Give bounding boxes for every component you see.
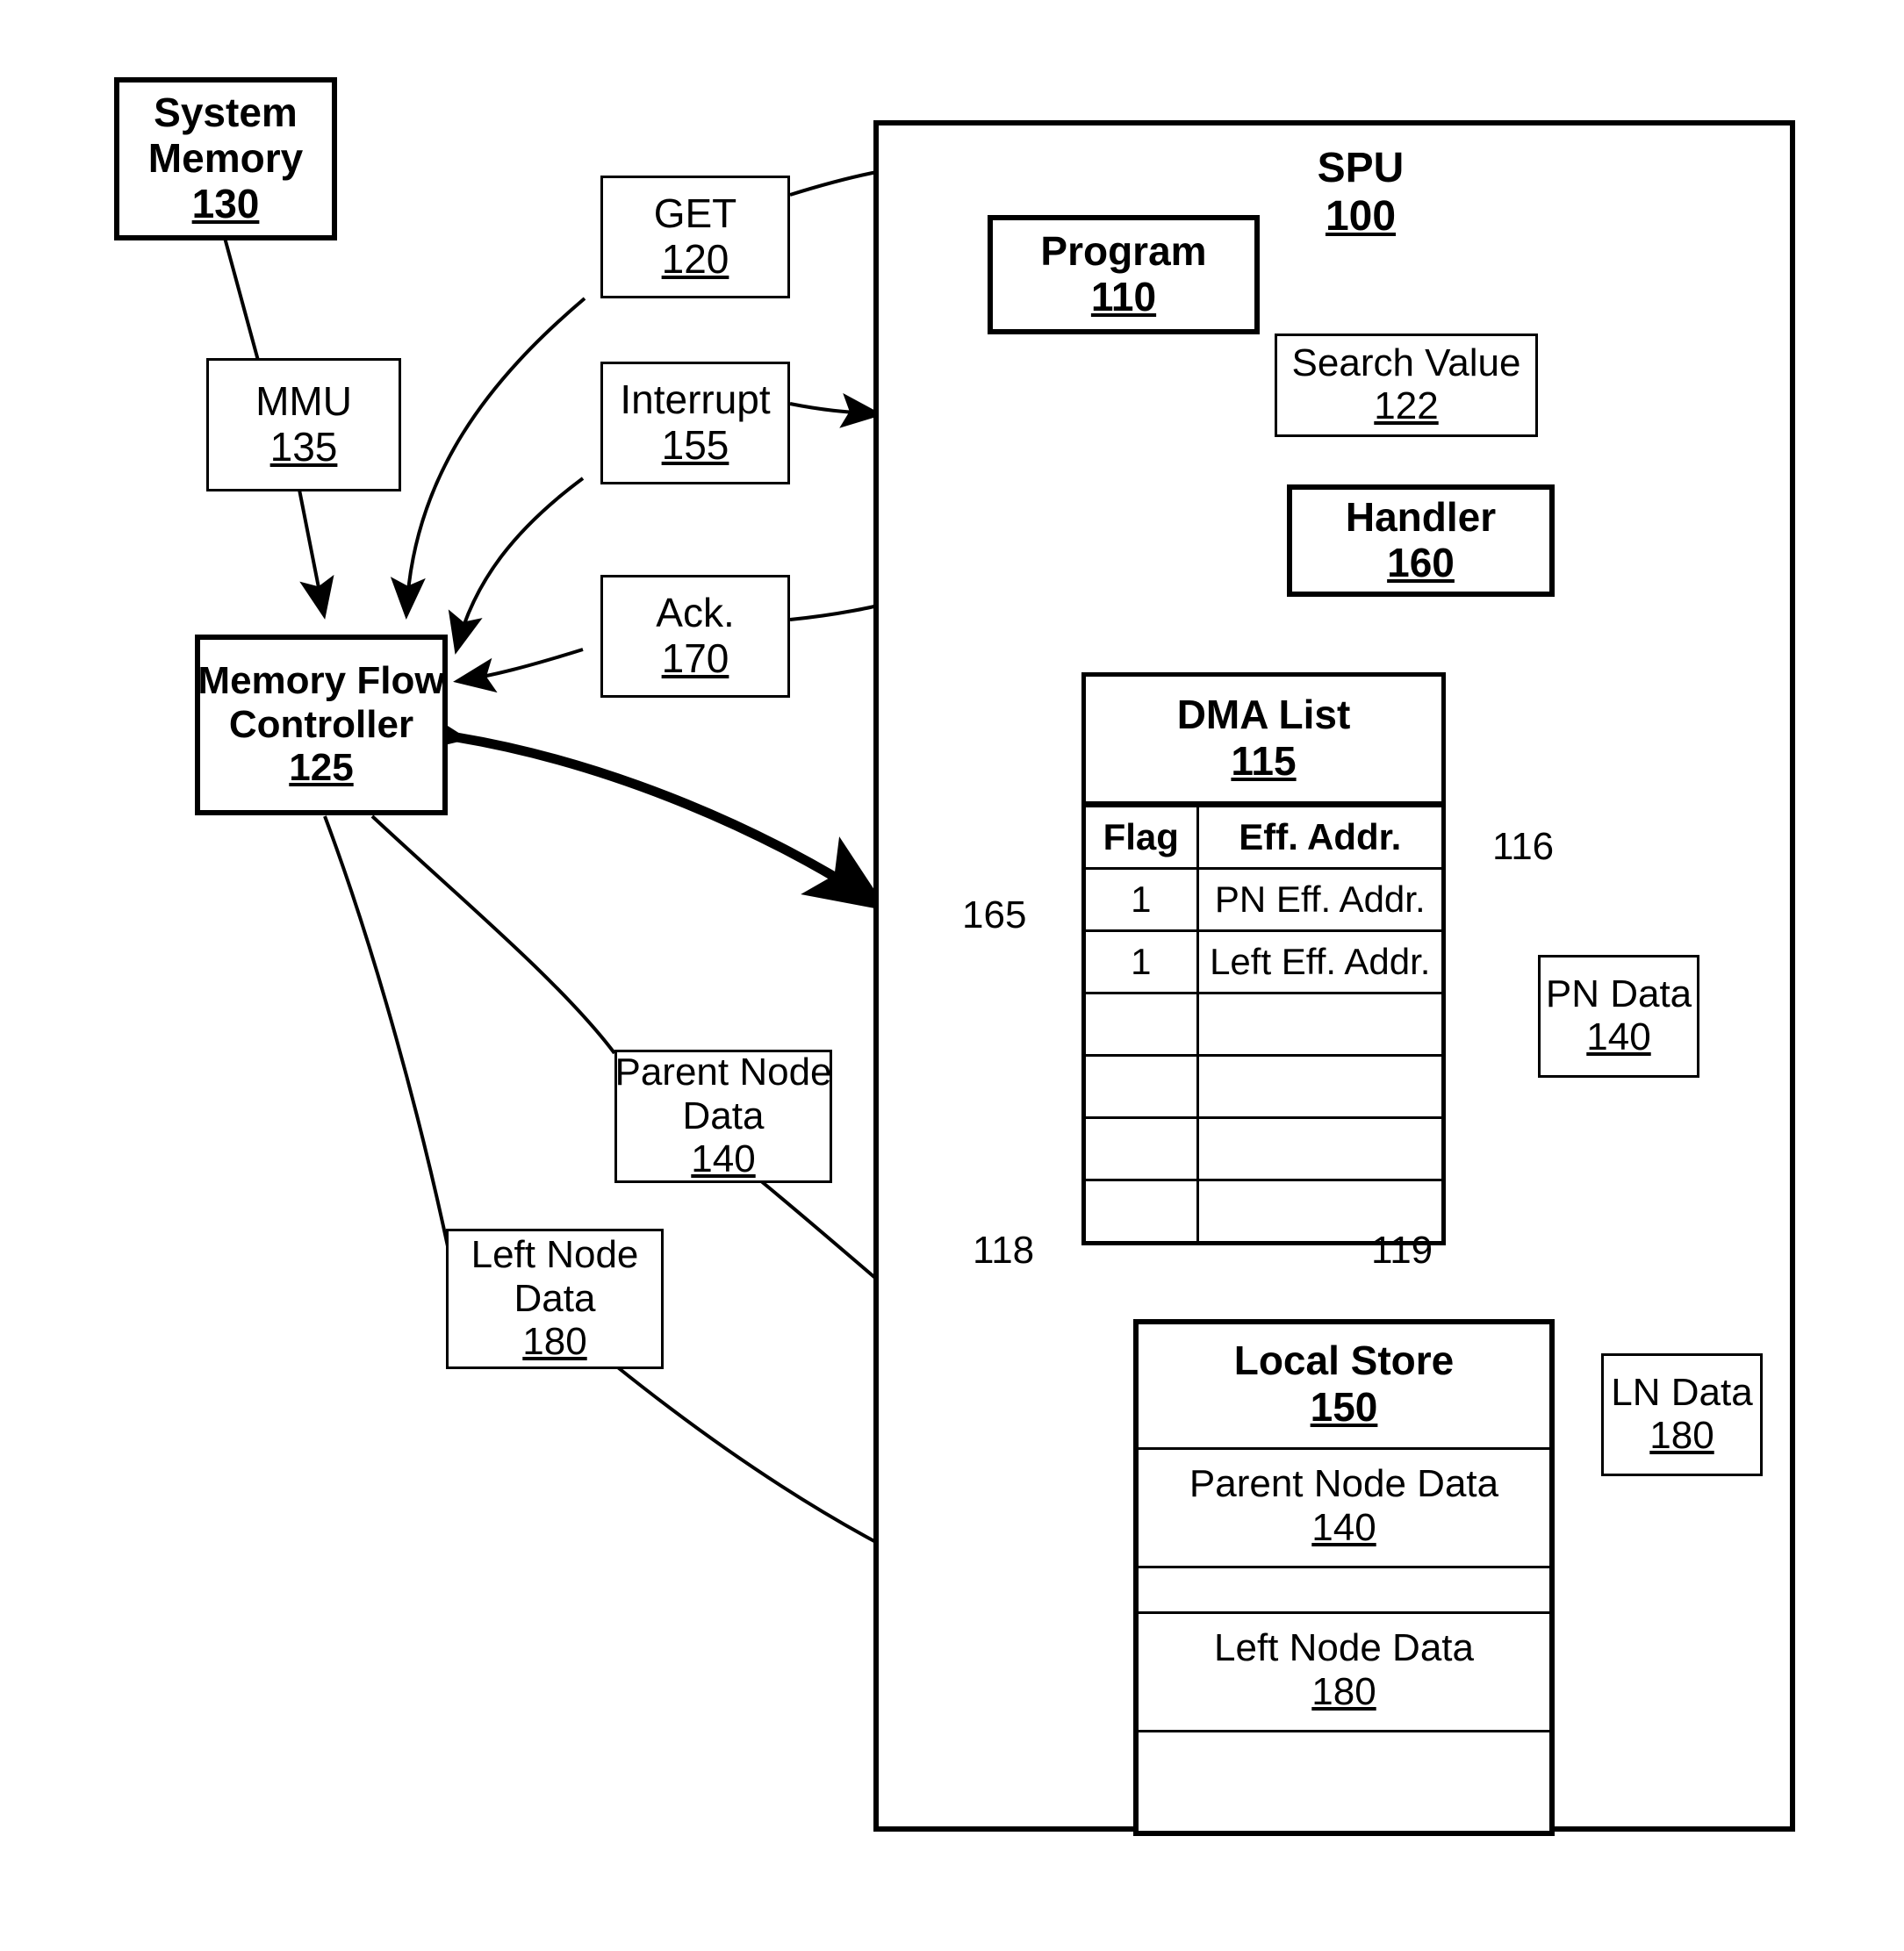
local-store-left-node-label: Left Node Data: [1214, 1626, 1474, 1670]
table-row[interactable]: [1086, 992, 1441, 1058]
memory-flow-controller-box[interactable]: Memory Flow Controller 125: [195, 635, 448, 815]
system-memory-label-line2: Memory: [147, 134, 304, 181]
dma-row-1-addr: Left Eff. Addr.: [1197, 929, 1441, 995]
table-row[interactable]: 1 Left Eff. Addr.: [1086, 929, 1441, 995]
local-store-entry-left-node[interactable]: Left Node Data 180: [1139, 1614, 1549, 1733]
local-store-title: Local Store: [1233, 1338, 1455, 1383]
left-node-data-number: 180: [522, 1319, 587, 1363]
dma-list-grid: Flag Eff. Addr. 1 PN Eff. Addr. 1 Left E…: [1086, 805, 1441, 1242]
local-store-entry-parent-node[interactable]: Parent Node Data 140: [1139, 1450, 1549, 1569]
ack-box[interactable]: Ack. 170: [600, 575, 790, 698]
pn-data-number: 140: [1586, 1015, 1651, 1059]
interrupt-box[interactable]: Interrupt 155: [600, 362, 790, 484]
table-row[interactable]: [1086, 1116, 1441, 1182]
local-store-left-node-number: 180: [1311, 1669, 1376, 1713]
search-value-number: 122: [1374, 384, 1439, 428]
interrupt-label: Interrupt: [620, 376, 771, 422]
dma-row-1-flag: 1: [1086, 929, 1199, 995]
reference-number-165: 165: [962, 893, 1027, 936]
reference-number-116: 116: [1492, 825, 1555, 868]
left-node-data-label-line2: Data: [514, 1276, 596, 1320]
ln-data-box[interactable]: LN Data 180: [1601, 1353, 1763, 1476]
parent-node-data-number: 140: [691, 1137, 756, 1180]
local-store-box[interactable]: Local Store 150 Parent Node Data 140 Lef…: [1133, 1319, 1555, 1837]
handler-label: Handler: [1345, 493, 1497, 540]
reference-number-118: 118: [973, 1229, 1035, 1272]
pn-data-label: PN Data: [1545, 972, 1692, 1016]
system-memory-label-line1: System: [154, 90, 298, 136]
get-label: GET: [653, 190, 737, 236]
ln-data-label: LN Data: [1611, 1371, 1753, 1415]
dma-row-0-addr: PN Eff. Addr.: [1197, 867, 1441, 933]
dma-row-5-flag: [1086, 1179, 1199, 1242]
dma-row-4-addr: [1197, 1116, 1441, 1182]
dma-list-number: 115: [1231, 737, 1297, 784]
local-store-header: Local Store 150: [1139, 1324, 1549, 1451]
left-node-data-label-line1: Left Node: [471, 1233, 639, 1277]
get-box[interactable]: GET 120: [600, 176, 790, 298]
search-value-box[interactable]: Search Value 122: [1275, 334, 1538, 437]
dma-list-header-row: Flag Eff. Addr.: [1086, 805, 1441, 871]
dma-list-title-label: DMA List: [1176, 692, 1351, 737]
dma-row-2-addr: [1197, 992, 1441, 1058]
dma-row-0-flag: 1: [1086, 867, 1199, 933]
ack-label: Ack.: [656, 589, 735, 635]
handler-number: 160: [1387, 540, 1455, 586]
mfc-label-line1: Memory Flow: [198, 659, 445, 703]
dma-row-3-addr: [1197, 1054, 1441, 1120]
table-row[interactable]: [1086, 1054, 1441, 1120]
local-store-number: 150: [1310, 1383, 1378, 1430]
diagram-canvas: SPU 100 System Memory 130 MMU 135 Memory…: [0, 0, 1904, 1951]
mmu-label: MMU: [255, 377, 352, 424]
parent-node-data-label-line2: Data: [682, 1094, 765, 1137]
dma-row-2-flag: [1086, 992, 1199, 1058]
dma-col-flag: Flag: [1086, 805, 1199, 871]
spu-number: 100: [1325, 192, 1397, 240]
dma-row-3-flag: [1086, 1054, 1199, 1120]
pn-data-box[interactable]: PN Data 140: [1538, 955, 1699, 1078]
spu-caption: SPU 100: [1255, 145, 1466, 240]
get-number: 120: [661, 236, 729, 283]
left-node-data-box[interactable]: Left Node Data 180: [446, 1229, 664, 1369]
system-memory-box[interactable]: System Memory 130: [114, 77, 337, 240]
interrupt-number: 155: [661, 422, 729, 469]
dma-row-4-flag: [1086, 1116, 1199, 1182]
parent-node-data-label-line1: Parent Node: [614, 1051, 832, 1094]
dma-col-eff-addr: Eff. Addr.: [1197, 805, 1441, 871]
handler-box[interactable]: Handler 160: [1287, 484, 1555, 597]
search-value-label: Search Value: [1291, 341, 1521, 385]
spu-label: SPU: [1317, 145, 1405, 191]
mmu-box[interactable]: MMU 135: [206, 358, 401, 491]
local-store-blank-slot-2: [1139, 1732, 1549, 1831]
reference-number-119: 119: [1371, 1229, 1433, 1272]
mfc-number: 125: [289, 745, 354, 789]
table-row[interactable]: 1 PN Eff. Addr.: [1086, 867, 1441, 933]
program-label: Program: [1040, 227, 1207, 274]
ln-data-number: 180: [1649, 1414, 1714, 1458]
ack-number: 170: [661, 635, 729, 682]
parent-node-data-box[interactable]: Parent Node Data 140: [614, 1050, 832, 1183]
local-store-blank-slot-1: [1139, 1568, 1549, 1615]
program-number: 110: [1090, 274, 1157, 320]
mmu-number: 135: [269, 424, 338, 470]
system-memory-number: 130: [191, 181, 260, 227]
mfc-label-line2: Controller: [228, 702, 414, 746]
dma-list-table[interactable]: DMA List 115 Flag Eff. Addr. 1 PN Eff. A…: [1081, 672, 1446, 1246]
dma-list-title: DMA List 115: [1086, 677, 1441, 806]
local-store-parent-node-label: Parent Node Data: [1189, 1462, 1499, 1506]
local-store-parent-node-number: 140: [1311, 1505, 1376, 1549]
program-box[interactable]: Program 110: [988, 215, 1260, 334]
